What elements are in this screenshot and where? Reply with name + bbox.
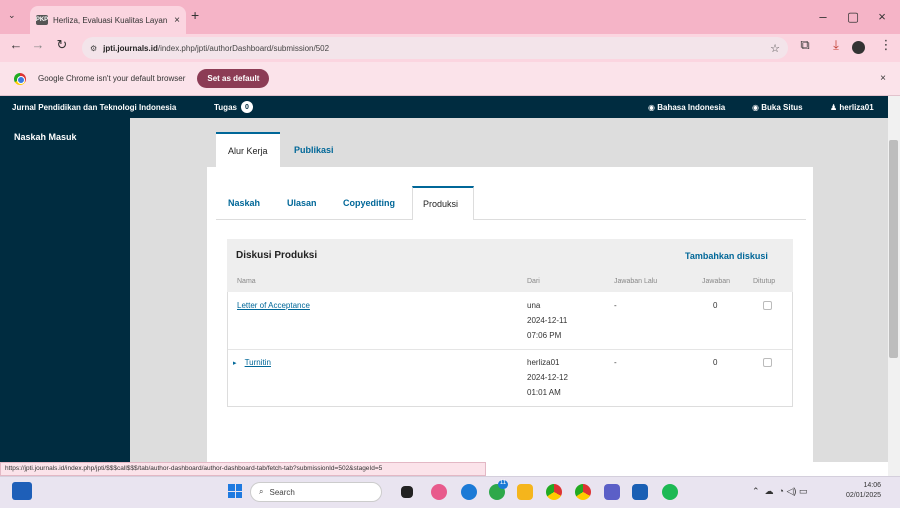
clock-time: 14:06 [863, 482, 882, 489]
maximize-button[interactable]: ▢ [845, 9, 861, 25]
start-button[interactable] [228, 484, 242, 498]
subtab-production[interactable]: Produksi [412, 186, 474, 220]
new-tab-button[interactable]: + [191, 7, 199, 23]
url-host: jpti.journals.id [103, 43, 158, 53]
tasks-label: Tugas [214, 102, 237, 112]
globe-icon: ◉ [648, 103, 655, 112]
tab-title: Herliza, Evaluasi Kualitas Layan [53, 15, 168, 25]
view-site-label: Buka Situs [761, 103, 803, 112]
clock-date: 02/01/2025 [846, 492, 882, 499]
last-reply: - [614, 301, 617, 310]
close-window-button[interactable]: × [874, 9, 890, 24]
journal-name[interactable]: Jurnal Pendidikan dan Teknologi Indonesi… [12, 103, 176, 112]
status-bar-url: https://jpti.journals.id/index.php/jpti/… [0, 462, 486, 476]
chrome-logo-icon [14, 72, 26, 85]
discussion-link[interactable]: Turnitin [245, 358, 271, 367]
tasks-button[interactable]: Tugas 0 [214, 101, 253, 113]
browser-menu-icon[interactable]: ⋮ [878, 37, 894, 53]
closed-checkbox[interactable] [763, 358, 772, 367]
tab-workflow[interactable]: Alur Kerja [216, 132, 280, 168]
browser-tab[interactable]: PKP Herliza, Evaluasi Kualitas Layan × [30, 6, 186, 34]
row-divider [228, 349, 792, 350]
column-header-from: Dari [527, 278, 540, 285]
chat-badge: 11 [498, 480, 508, 489]
scrollbar-thumb[interactable] [889, 140, 898, 358]
address-bar[interactable]: ⚙ jpti.journals.id /index.php/jpti/autho… [82, 37, 788, 59]
task-view-icon[interactable] [401, 486, 413, 498]
chrome-profile-icon[interactable] [575, 484, 591, 500]
taskbar-search[interactable]: ⌕ Search [250, 482, 382, 502]
infobar-close-icon[interactable]: × [880, 73, 886, 84]
subtab-submission[interactable]: Naskah [218, 186, 270, 220]
download-icon[interactable]: ⤓ [828, 37, 844, 53]
profile-avatar[interactable] [852, 41, 865, 54]
forward-icon[interactable]: → [30, 37, 46, 52]
default-browser-infobar: Google Chrome isn't your default browser… [0, 62, 900, 96]
teams-icon[interactable] [604, 484, 620, 500]
taskbar-clock[interactable]: 14:06 02/01/2025 [846, 481, 881, 501]
set-default-button[interactable]: Set as default [197, 69, 270, 88]
reply-count: 0 [713, 358, 718, 367]
back-icon[interactable]: ← [8, 37, 24, 52]
from-date: 2024-12-12 [527, 373, 568, 382]
expand-caret-icon[interactable]: ▸ [233, 360, 237, 367]
spotify-icon[interactable] [662, 484, 678, 500]
column-header-name: Nama [237, 278, 256, 285]
site-header: Jurnal Pendidikan dan Teknologi Indonesi… [0, 96, 888, 118]
language-menu[interactable]: ◉ Bahasa Indonesia [648, 103, 725, 112]
file-explorer-icon[interactable] [517, 484, 533, 500]
user-name: herliza01 [839, 103, 874, 112]
from-user: una [527, 301, 541, 310]
from-user: herliza01 [527, 358, 560, 367]
chrome-icon[interactable] [546, 484, 562, 500]
close-tab-icon[interactable]: × [174, 15, 180, 26]
tab-publication[interactable]: Publikasi [282, 132, 346, 168]
search-placeholder: Search [269, 487, 295, 497]
row-from: herliza01 2024-12-12 01:01 AM [527, 355, 568, 400]
bookmark-star-icon[interactable]: ☆ [770, 42, 780, 55]
add-discussion-button[interactable]: Tambahkan diskusi [685, 251, 768, 261]
system-tray[interactable]: ⌃ ☁ ◔ ◁) ▭ [752, 486, 807, 497]
discussions-title: Diskusi Produksi [236, 250, 318, 261]
table-row: Letter of Acceptance [237, 298, 310, 313]
table-row: ▸ Turnitin [233, 355, 271, 371]
column-header-last-reply: Jawaban Lalu [614, 278, 658, 285]
last-reply: - [614, 358, 617, 367]
column-header-replies: Jawaban [702, 278, 731, 285]
minimize-button[interactable]: – [815, 9, 831, 24]
language-label: Bahasa Indonesia [657, 103, 726, 112]
from-time: 01:01 AM [527, 388, 561, 397]
sidebar: Naskah Masuk [0, 118, 130, 462]
url-path: /index.php/jpti/authorDashboard/submissi… [157, 43, 330, 53]
tab-search-icon[interactable]: ⌄ [8, 10, 16, 21]
edge-icon[interactable] [461, 484, 477, 500]
user-menu[interactable]: ♟ herliza01 [830, 103, 874, 112]
infobar-message: Google Chrome isn't your default browser [38, 74, 186, 83]
discussion-link[interactable]: Letter of Acceptance [237, 301, 310, 310]
site-info-icon[interactable]: ⚙ [90, 44, 97, 53]
from-date: 2024-12-11 [527, 316, 568, 325]
favicon-icon: PKP [35, 15, 49, 25]
extensions-icon[interactable]: ⧉ [797, 37, 813, 53]
row-from: una 2024-12-11 07:06 PM [527, 298, 567, 343]
reload-icon[interactable]: ↻ [54, 37, 70, 53]
tasks-count-badge: 0 [240, 101, 253, 113]
from-time: 07:06 PM [527, 331, 562, 340]
copilot-icon[interactable] [431, 484, 447, 500]
widgets-icon[interactable] [12, 482, 32, 500]
subtab-review[interactable]: Ulasan [277, 186, 327, 220]
closed-checkbox[interactable] [763, 301, 772, 310]
eye-icon: ◉ [752, 103, 759, 112]
sidebar-item-submissions[interactable]: Naskah Masuk [14, 132, 77, 142]
reply-count: 0 [713, 301, 718, 310]
outlook-icon[interactable] [632, 484, 648, 500]
user-icon: ♟ [830, 103, 838, 112]
column-header-closed: Ditutup [753, 278, 776, 285]
view-site-link[interactable]: ◉ Buka Situs [752, 103, 803, 112]
subtab-copyediting[interactable]: Copyediting [333, 186, 405, 220]
search-icon: ⌕ [259, 487, 264, 496]
